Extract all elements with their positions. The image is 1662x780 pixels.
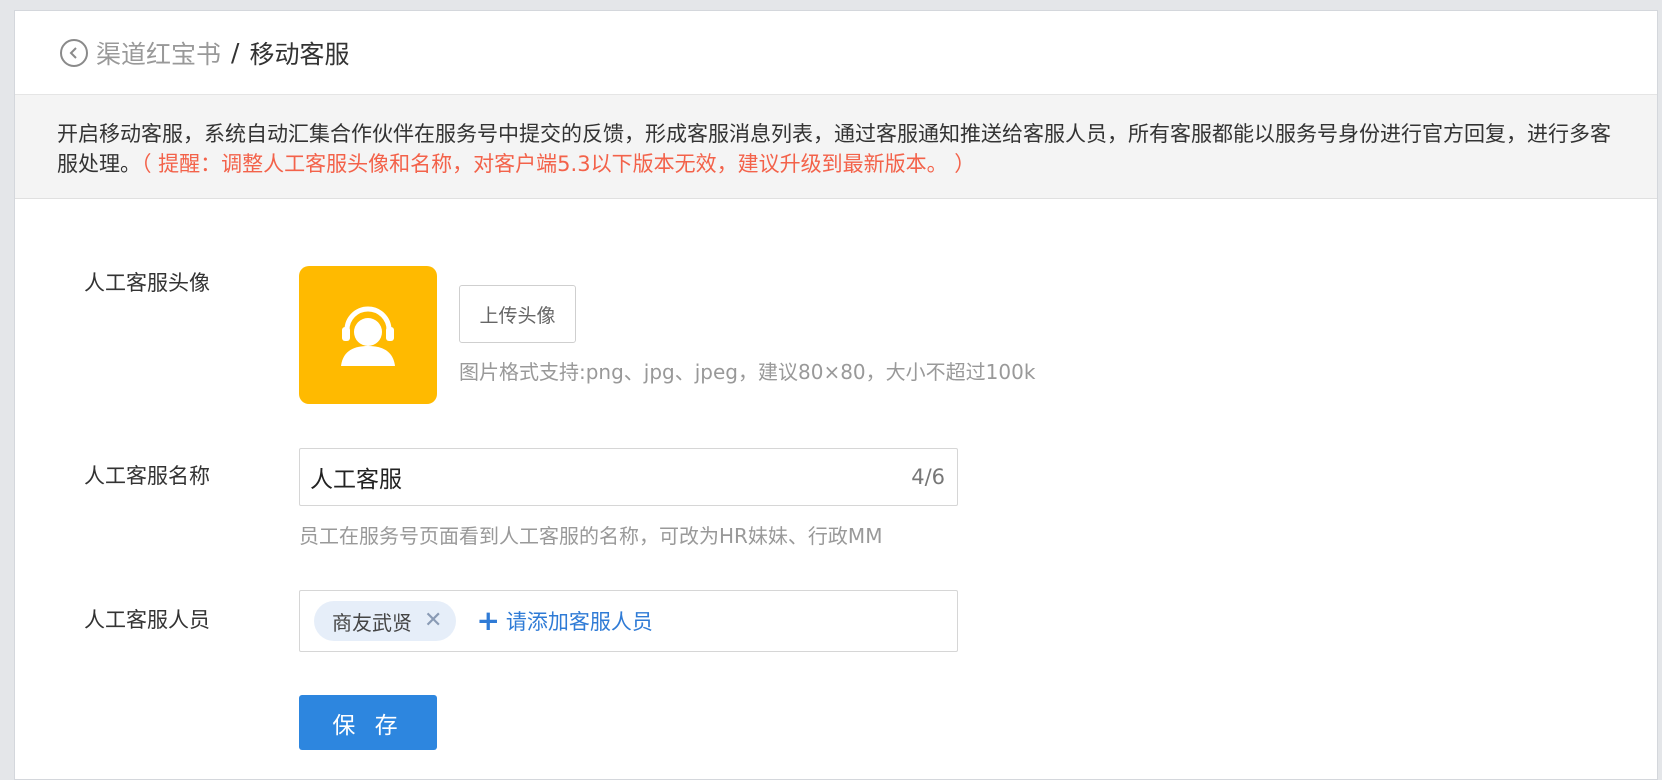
name-hint: 员工在服务号页面看到人工客服的名称，可改为HR妹妹、行政MM bbox=[299, 524, 883, 548]
headset-user-icon bbox=[341, 306, 395, 366]
settings-panel: 渠道红宝书 / 移动客服 开启移动客服，系统自动汇集合作伙伴在服务号中提交的反馈… bbox=[14, 10, 1658, 780]
notice-warning: （ 提醒：调整人工客服头像和名称，对客户端5.3以下版本无效，建议升级到最新版本… bbox=[141, 152, 976, 176]
page-title: 移动客服 bbox=[249, 39, 350, 69]
name-label: 人工客服名称 bbox=[84, 464, 210, 488]
page-header: 渠道红宝书 / 移动客服 bbox=[15, 11, 1657, 95]
avatar bbox=[299, 266, 437, 404]
staff-tag: 商友武贤 ✕ bbox=[314, 601, 457, 641]
plus-icon: + bbox=[476, 604, 500, 637]
add-staff-button[interactable]: + 请添加客服人员 bbox=[476, 606, 652, 636]
staff-selector[interactable]: 商友武贤 ✕ + 请添加客服人员 bbox=[299, 590, 958, 652]
info-notice: 开启移动客服，系统自动汇集合作伙伴在服务号中提交的反馈，形成客服消息列表，通过客… bbox=[15, 95, 1657, 199]
service-name-value[interactable]: 人工客服 bbox=[310, 460, 402, 494]
avatar-hint: 图片格式支持:png、jpg、jpeg，建议80×80，大小不超过100k bbox=[459, 360, 1036, 384]
save-button[interactable]: 保 存 bbox=[299, 695, 437, 750]
back-button[interactable]: 渠道红宝书 bbox=[60, 35, 221, 71]
char-counter: 4/6 bbox=[911, 465, 945, 489]
chevron-left-icon bbox=[60, 38, 88, 67]
staff-label: 人工客服人员 bbox=[84, 608, 210, 632]
back-label[interactable]: 渠道红宝书 bbox=[96, 35, 221, 71]
add-staff-label[interactable]: 请添加客服人员 bbox=[506, 606, 653, 636]
avatar-label: 人工客服头像 bbox=[84, 271, 210, 295]
close-icon[interactable]: ✕ bbox=[424, 610, 442, 632]
staff-tag-label: 商友武贤 bbox=[332, 610, 412, 635]
breadcrumb-separator: / bbox=[231, 38, 240, 67]
upload-avatar-button[interactable]: 上传头像 bbox=[459, 285, 576, 343]
service-name-input[interactable]: 人工客服 4/6 bbox=[299, 448, 958, 506]
